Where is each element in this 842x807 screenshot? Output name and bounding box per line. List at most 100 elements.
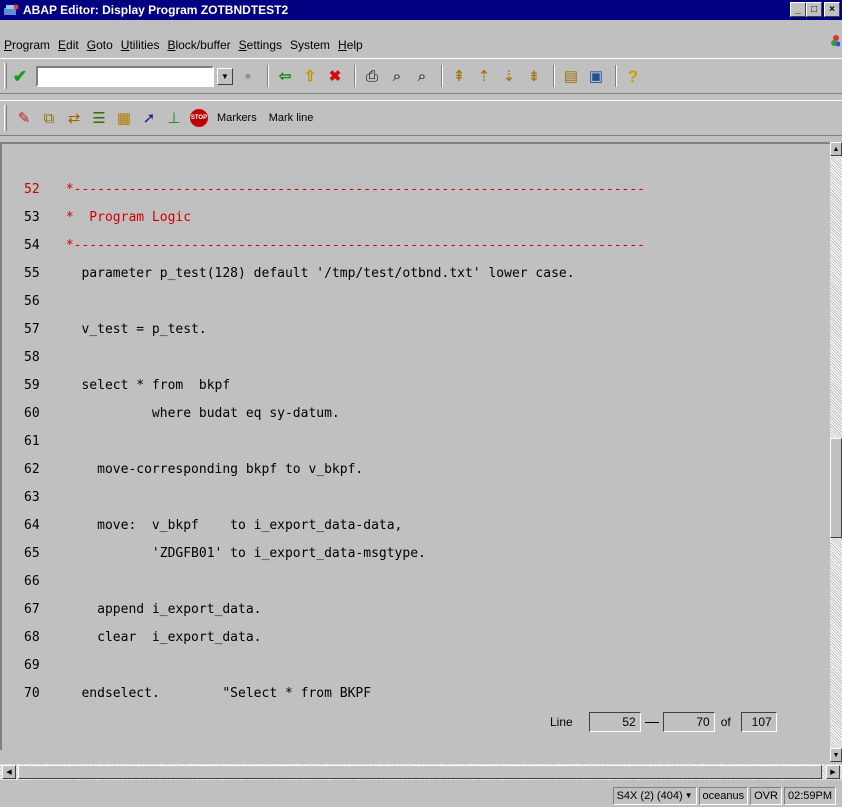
find-next-button[interactable]: ⌕ bbox=[411, 65, 433, 87]
menu-block-buffer-label: lock/buffer bbox=[175, 38, 231, 52]
title-bar[interactable]: ABAP Editor: Display Program ZOTBNDTEST2… bbox=[0, 0, 842, 20]
scroll-up-arrow-icon: ▲ bbox=[832, 145, 840, 153]
code-line: 67 append i_export_data. bbox=[2, 600, 262, 620]
horizontal-scroll-thumb[interactable] bbox=[18, 765, 822, 779]
code-text: 'ZDGFB01' to i_export_data-msgtype. bbox=[58, 546, 426, 561]
code-line: 62 move-corresponding bkpf to v_bkpf. bbox=[2, 460, 363, 480]
line-number: 57 bbox=[24, 322, 40, 337]
line-number: 52 bbox=[24, 182, 40, 197]
code-line: 58 bbox=[2, 348, 58, 368]
back-button[interactable]: ⇦ bbox=[274, 65, 296, 87]
scroll-left-arrow-icon: ◀ bbox=[6, 769, 12, 776]
toolbar-separator bbox=[441, 65, 443, 87]
line-number: 58 bbox=[24, 350, 40, 365]
navigation-button[interactable]: ➚ bbox=[138, 107, 160, 129]
enter-check-button[interactable]: ✔ bbox=[9, 65, 31, 87]
active-inactive-button[interactable]: ⇄ bbox=[63, 107, 85, 129]
menu-program[interactable]: Program bbox=[4, 38, 50, 52]
last-page-icon: ⇟ bbox=[527, 67, 541, 85]
save-button[interactable]: ▪ bbox=[237, 65, 259, 87]
check-syntax-button[interactable]: ☰ bbox=[88, 107, 110, 129]
system-info-field[interactable]: S4X (2) (404) ▼ bbox=[612, 786, 697, 805]
code-text: parameter p_test(128) default '/tmp/test… bbox=[58, 266, 575, 281]
cancel-button[interactable]: ✖ bbox=[324, 65, 346, 87]
of-label: of bbox=[720, 715, 731, 729]
line-number: 65 bbox=[24, 546, 40, 561]
menu-goto-accel: G bbox=[86, 38, 97, 52]
scroll-right-button[interactable]: ▶ bbox=[826, 765, 840, 779]
code-line: 59 select * from bkpf bbox=[2, 376, 230, 396]
command-field[interactable] bbox=[36, 65, 214, 87]
code-line: 55 parameter p_test(128) default '/tmp/t… bbox=[2, 264, 575, 284]
line-from-field[interactable]: 52 bbox=[588, 712, 641, 732]
code-line: 56 bbox=[2, 292, 58, 312]
menu-program-accel: P bbox=[4, 38, 13, 52]
previous-page-icon: ⇡ bbox=[477, 67, 491, 85]
breakpoint-button[interactable]: STOP bbox=[188, 107, 210, 129]
mark-line-button[interactable]: Mark line bbox=[269, 112, 314, 124]
other-object-button[interactable]: ⧉ bbox=[38, 107, 60, 129]
close-window-button[interactable]: × bbox=[824, 2, 840, 17]
menu-system[interactable]: System bbox=[290, 38, 330, 52]
display-change-button[interactable]: ✎ bbox=[13, 107, 35, 129]
scroll-up-button[interactable]: ▲ bbox=[830, 142, 842, 156]
scroll-left-button[interactable]: ◀ bbox=[2, 765, 16, 779]
create-session-button[interactable]: ▤ bbox=[560, 65, 582, 87]
range-dash bbox=[644, 721, 659, 723]
menu-goto[interactable]: Goto bbox=[87, 38, 113, 52]
toolbar-grip[interactable] bbox=[4, 63, 7, 89]
horizontal-scrollbar[interactable]: ◀ ▶ bbox=[0, 764, 842, 780]
previous-page-button[interactable]: ⇡ bbox=[473, 65, 495, 87]
menu-help[interactable]: Help bbox=[338, 38, 363, 52]
line-number: 54 bbox=[24, 238, 40, 253]
code-text: * Program Logic bbox=[58, 210, 192, 225]
last-page-button[interactable]: ⇟ bbox=[523, 65, 545, 87]
menu-edit[interactable]: Edit bbox=[58, 38, 79, 52]
code-line: 52 *------------------------------------… bbox=[2, 180, 645, 200]
next-page-button[interactable]: ⇣ bbox=[498, 65, 520, 87]
create-shortcut-button[interactable]: ▣ bbox=[585, 65, 607, 87]
code-text: append i_export_data. bbox=[58, 602, 262, 617]
clock-field: 02:59PM bbox=[783, 786, 836, 805]
vertical-scrollbar[interactable]: ▲ ▼ bbox=[830, 142, 842, 762]
binoculars-next-icon: ⌕ bbox=[417, 67, 427, 85]
insert-mode-field[interactable]: OVR bbox=[750, 786, 782, 805]
code-text: select * from bkpf bbox=[58, 378, 231, 393]
scroll-down-button[interactable]: ▼ bbox=[830, 748, 842, 762]
check-icon: ✔ bbox=[12, 66, 28, 86]
menu-utilities-label: tilities bbox=[129, 38, 160, 52]
sap-window: ABAP Editor: Display Program ZOTBNDTEST2… bbox=[0, 0, 842, 807]
first-page-button[interactable]: ⇞ bbox=[448, 65, 470, 87]
help-button[interactable]: ? bbox=[622, 65, 644, 87]
line-to-field: 70 bbox=[662, 712, 715, 732]
hierarchy-button[interactable]: ⊥ bbox=[163, 107, 185, 129]
line-number: 55 bbox=[24, 266, 40, 281]
code-text: move-corresponding bkpf to v_bkpf. bbox=[58, 462, 364, 477]
line-number: 60 bbox=[24, 406, 40, 421]
line-counter: Line 52 70 of 107 bbox=[550, 712, 777, 732]
chevron-down-icon: ▼ bbox=[221, 71, 229, 81]
vertical-scroll-thumb[interactable] bbox=[830, 438, 842, 538]
status-bar: S4X (2) (404) ▼ oceanus OVR 02:59PM bbox=[0, 784, 842, 807]
print-button[interactable]: ⎙ bbox=[361, 65, 383, 87]
stop-sign-icon: STOP bbox=[190, 109, 208, 127]
menu-block-buffer[interactable]: Block/buffer bbox=[167, 38, 230, 52]
exit-button[interactable]: ⇧ bbox=[299, 65, 321, 87]
line-number: 53 bbox=[24, 210, 40, 225]
toolbar-grip[interactable] bbox=[4, 105, 7, 131]
minimize-button[interactable]: _ bbox=[790, 2, 806, 17]
line-number: 69 bbox=[24, 658, 40, 673]
pencil-glasses-icon: ✎ bbox=[17, 109, 31, 127]
maximize-button[interactable]: □ bbox=[806, 2, 822, 17]
line-number: 62 bbox=[24, 462, 40, 477]
code-line: 69 bbox=[2, 656, 58, 676]
find-button[interactable]: ⌕ bbox=[386, 65, 408, 87]
code-editor[interactable]: 52 *------------------------------------… bbox=[0, 142, 830, 750]
command-history-dropdown[interactable]: ▼ bbox=[217, 67, 233, 85]
where-used-button[interactable]: ▦ bbox=[113, 107, 135, 129]
menu-utilities[interactable]: Utilities bbox=[121, 38, 160, 52]
menu-settings[interactable]: Settings bbox=[239, 38, 282, 52]
toolbar-separator bbox=[615, 65, 617, 87]
menu-settings-label: ettings bbox=[246, 38, 282, 52]
markers-button[interactable]: Markers bbox=[217, 112, 257, 124]
